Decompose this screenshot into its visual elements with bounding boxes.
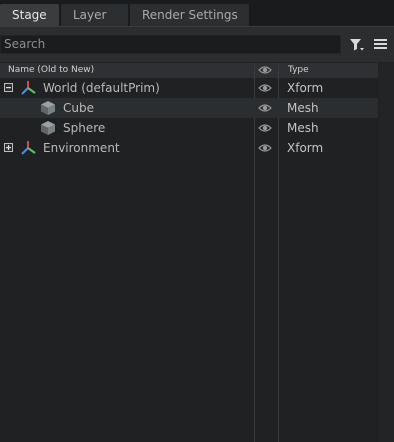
tab-render-settings[interactable]: Render Settings: [130, 4, 249, 26]
column-header: Name (Old to New) Type: [0, 63, 378, 78]
visibility-eye-icon[interactable]: [258, 64, 272, 76]
tree-type: Xform: [287, 141, 324, 155]
xform-axes-icon: [21, 81, 36, 95]
search-toolbar: Search: [0, 27, 394, 62]
tree-row-environment[interactable]: Environment Xform: [0, 138, 378, 158]
tree-type: Mesh: [287, 121, 319, 135]
tree-label: Cube: [63, 101, 94, 115]
visibility-eye-icon[interactable]: [258, 142, 272, 154]
xform-axes-icon: [21, 141, 36, 155]
tree-label: World (defaultPrim): [43, 81, 160, 95]
mesh-cube-icon: [41, 121, 55, 135]
search-input[interactable]: Search: [0, 35, 341, 54]
tree-label: Sphere: [63, 121, 106, 135]
tree-row-sphere[interactable]: Sphere Mesh: [0, 118, 378, 138]
tree-row-cube[interactable]: Cube Mesh: [0, 98, 378, 118]
column-header-type[interactable]: Type: [288, 65, 309, 75]
tab-layer[interactable]: Layer: [61, 4, 128, 26]
tree-type: Xform: [287, 81, 324, 95]
visibility-eye-icon[interactable]: [258, 82, 272, 94]
tree-label: Environment: [43, 141, 120, 155]
collapse-icon[interactable]: [4, 83, 13, 92]
tab-stage[interactable]: Stage: [0, 4, 59, 26]
menu-icon[interactable]: [374, 38, 387, 50]
column-header-name[interactable]: Name (Old to New): [8, 65, 94, 75]
tree-row-world[interactable]: World (defaultPrim) Xform: [0, 78, 378, 98]
vertical-scrollbar[interactable]: [379, 63, 394, 442]
filter-icon[interactable]: [349, 38, 365, 52]
visibility-eye-icon[interactable]: [258, 122, 272, 134]
tree-type: Mesh: [287, 101, 319, 115]
tab-bar: Stage Layer Render Settings: [0, 0, 394, 27]
visibility-eye-icon[interactable]: [258, 102, 272, 114]
expand-icon[interactable]: [4, 143, 13, 152]
mesh-cube-icon: [41, 101, 55, 115]
